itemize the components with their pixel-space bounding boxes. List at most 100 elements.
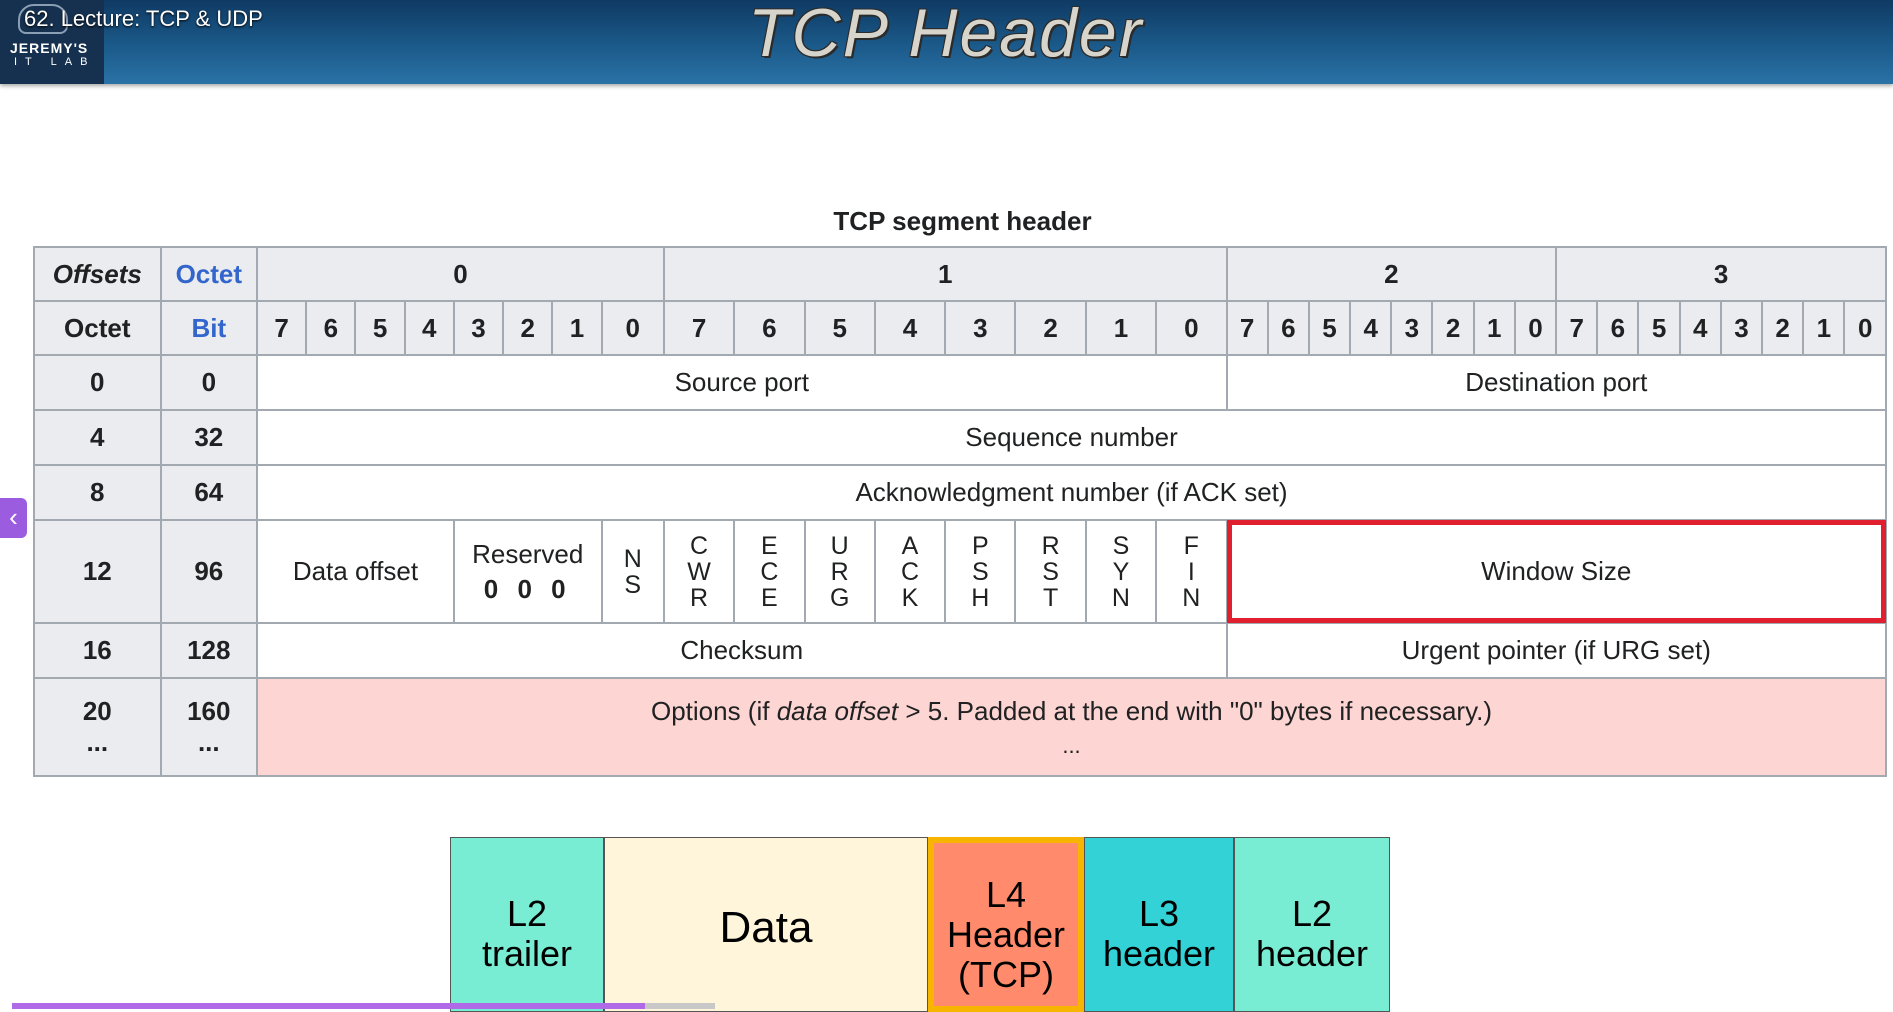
octet-offset: 8 bbox=[33, 464, 162, 521]
octet-offset: 0 bbox=[33, 354, 162, 411]
bit-label: 2 bbox=[1761, 300, 1805, 356]
source-port-field: Source port bbox=[256, 354, 1228, 411]
flag-psh: P S H bbox=[944, 519, 1017, 624]
options-text-pre: Options (if bbox=[650, 695, 777, 726]
logo-subtext: IT LAB bbox=[14, 56, 96, 68]
bit-label: 6 bbox=[1266, 300, 1310, 356]
bit-label: 0 bbox=[1513, 300, 1558, 356]
octet-0-header: 0 bbox=[256, 246, 665, 302]
table-row: 8 64 Acknowledgment number (if ACK set) bbox=[33, 464, 1887, 521]
l2-header-block: L2 header bbox=[1234, 837, 1390, 1012]
options-text-post: > 5. Padded at the end with "0" bytes if… bbox=[898, 695, 1493, 726]
flag-letter: C bbox=[690, 531, 709, 560]
bit-label: 2 bbox=[502, 300, 554, 356]
flag-letter: N bbox=[1182, 583, 1201, 612]
bit-label: 6 bbox=[1596, 300, 1640, 356]
bit-label: 7 bbox=[1555, 300, 1599, 356]
bit-label: 5 bbox=[1307, 300, 1352, 356]
bit-offset-more: ... bbox=[197, 727, 220, 757]
octet-offset: 16 bbox=[33, 622, 162, 679]
bit-offset: 128 bbox=[159, 622, 259, 679]
bit-offset: 64 bbox=[159, 464, 259, 521]
table-row: 0 0 Source port Destination port bbox=[33, 354, 1888, 411]
octet-offset: 20 ... bbox=[33, 677, 162, 777]
bit-header: Bit bbox=[159, 300, 259, 356]
octet-offset: 4 bbox=[33, 409, 162, 466]
logo-text: JEREMY'S bbox=[10, 40, 89, 56]
bit-header-row: Octet Bit 7 6 5 4 3 2 1 0 7 6 5 4 3 2 1 … bbox=[33, 300, 1887, 356]
flag-cwr: C W R bbox=[662, 519, 736, 624]
bit-offset: 96 bbox=[159, 519, 259, 624]
l3-header-block: L3 header bbox=[1084, 837, 1234, 1012]
flag-fin: F I N bbox=[1155, 519, 1228, 624]
video-progress-bar[interactable] bbox=[12, 1003, 715, 1009]
bit-offset-value: 160 bbox=[187, 696, 231, 726]
data-block: Data bbox=[604, 837, 928, 1012]
reserved-label: Reserved bbox=[472, 538, 584, 569]
flag-letter: I bbox=[1187, 557, 1195, 586]
flag-letter: R bbox=[1041, 531, 1060, 560]
bit-label: 3 bbox=[452, 300, 505, 356]
bit-label: 6 bbox=[305, 300, 357, 356]
destination-port-field: Destination port bbox=[1225, 354, 1888, 411]
bit-label: 4 bbox=[873, 300, 947, 356]
block-label: L2 header bbox=[1255, 893, 1369, 974]
bit-offset: 0 bbox=[159, 354, 259, 411]
octet-header-row: Offsets Octet 0 1 2 3 bbox=[33, 246, 1887, 302]
video-title[interactable]: 62. Lecture: TCP & UDP bbox=[24, 6, 263, 32]
flag-letter: E bbox=[761, 531, 778, 560]
bit-label: 4 bbox=[403, 300, 455, 356]
bit-label: 1 bbox=[551, 300, 603, 356]
bit-label: 0 bbox=[600, 300, 665, 356]
bit-label: 0 bbox=[1155, 300, 1228, 356]
block-label: L4 Header (TCP) bbox=[946, 874, 1066, 995]
slide-title: TCP Header bbox=[748, 0, 1144, 71]
flag-letter: H bbox=[971, 583, 990, 612]
block-label: L2 trailer bbox=[481, 893, 573, 974]
octet-offset-value: 20 bbox=[82, 696, 112, 726]
flag-letter: C bbox=[900, 557, 920, 586]
bit-label: 2 bbox=[1014, 300, 1087, 356]
bit-label: 7 bbox=[1225, 300, 1269, 356]
bit-label: 4 bbox=[1349, 300, 1393, 356]
flag-letter: R bbox=[690, 583, 709, 612]
bit-label: 3 bbox=[1390, 300, 1434, 356]
sequence-number-field: Sequence number bbox=[256, 409, 1887, 466]
slide-banner: JEREMY'S IT LAB 62. Lecture: TCP & UDP T… bbox=[0, 0, 1893, 84]
flag-letter: S bbox=[624, 570, 642, 599]
octet-2-header: 2 bbox=[1225, 246, 1558, 302]
flag-letter: R bbox=[830, 557, 849, 586]
options-text-em: data offset bbox=[776, 695, 899, 726]
flag-letter: N bbox=[1111, 583, 1130, 612]
flag-letter: S bbox=[1042, 557, 1059, 586]
options-more: ... bbox=[1062, 732, 1081, 758]
flag-letter: K bbox=[901, 583, 919, 612]
bit-label: 5 bbox=[803, 300, 876, 356]
flag-letter: F bbox=[1183, 531, 1199, 560]
reserved-field: Reserved 0 0 0 bbox=[452, 519, 603, 624]
table-row: 12 96 Data offset Reserved 0 0 0 N S C W… bbox=[33, 519, 1888, 624]
flag-letter: W bbox=[687, 557, 711, 586]
tcp-header-table: Offsets Octet 0 1 2 3 Octet Bit 7 6 5 4 … bbox=[33, 246, 1888, 777]
data-offset-field: Data offset bbox=[256, 519, 455, 624]
block-label: Data bbox=[719, 903, 813, 952]
l2-trailer-block: L2 trailer bbox=[450, 837, 604, 1012]
options-field: Options (if data offset > 5. Padded at t… bbox=[256, 677, 1887, 777]
flag-letter: G bbox=[829, 583, 850, 612]
window-size-field: Window Size bbox=[1225, 519, 1888, 624]
video-progress-fill bbox=[12, 1003, 645, 1009]
flag-urg: U R G bbox=[803, 519, 876, 624]
flag-ece: E C E bbox=[733, 519, 806, 624]
bit-label: 4 bbox=[1678, 300, 1722, 356]
bit-label: 3 bbox=[1719, 300, 1764, 356]
bit-label: 5 bbox=[354, 300, 406, 356]
flag-letter: A bbox=[901, 531, 919, 560]
flag-letter: T bbox=[1043, 583, 1059, 612]
bit-label: 7 bbox=[662, 300, 736, 356]
flag-letter: P bbox=[971, 531, 989, 560]
bit-label: 7 bbox=[256, 300, 308, 356]
octet-offset: 12 bbox=[33, 519, 162, 624]
octet-row-header: Octet bbox=[33, 300, 162, 356]
chevron-left-icon[interactable]: ‹ bbox=[0, 498, 27, 538]
bit-label: 6 bbox=[733, 300, 806, 356]
